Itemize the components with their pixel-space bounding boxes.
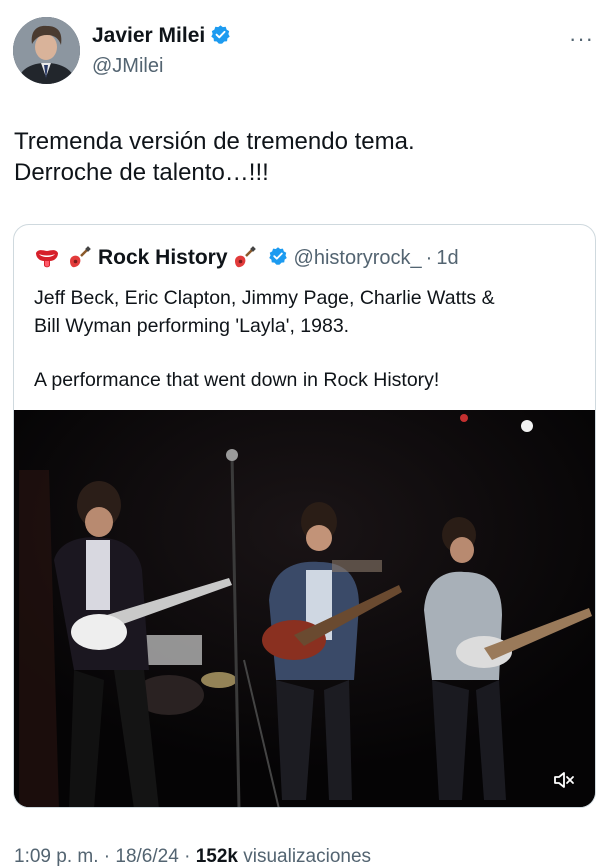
quoted-author-handle[interactable]: @historyrock_ [294, 247, 422, 270]
tweet-text-line: Tremenda versión de tremendo tema. [14, 128, 415, 155]
quoted-timestamp[interactable]: 1d [436, 247, 458, 270]
quoted-tweet-header: Rock History @historyrock_ · 1d [34, 243, 459, 273]
verified-badge-icon [210, 24, 231, 51]
quoted-text-line: A performance that went down in Rock His… [34, 369, 440, 391]
quoted-tweet[interactable]: Rock History @historyrock_ · 1d Jeff Bec… [13, 224, 596, 808]
quoted-text-line: Jeff Beck, Eric Clapton, Jimmy Page, Cha… [34, 287, 495, 309]
quoted-text-line: Bill Wyman performing 'Layla', 1983. [34, 315, 350, 337]
tweet-metadata: 1:09 p. m. · 18/6/24 · 152k visualizacio… [14, 846, 371, 868]
tweet-text-line: Derroche de talento…!!! [14, 159, 269, 186]
guitar-icon [232, 246, 256, 270]
meta-separator: · [178, 846, 196, 867]
views-label: visualizaciones [237, 846, 372, 867]
quoted-tweet-text: Jeff Beck, Eric Clapton, Jimmy Page, Cha… [34, 284, 584, 394]
rolling-stones-tongue-icon [34, 247, 60, 269]
tweet-date[interactable]: 18/6/24 [115, 846, 178, 867]
guitar-icon [67, 246, 91, 270]
more-options-icon[interactable]: ··· [569, 26, 594, 52]
tweet-text: Tremenda versión de tremendo tema. Derro… [14, 126, 594, 188]
tweet-time[interactable]: 1:09 p. m. [14, 846, 99, 867]
quoted-author-name[interactable]: Rock History [98, 246, 228, 270]
video-frame-image [14, 410, 595, 807]
verified-badge-icon [268, 246, 288, 271]
view-count: 152k [195, 846, 238, 867]
meta-separator: · [98, 846, 116, 867]
separator-dot: · [425, 246, 433, 269]
mute-icon[interactable] [553, 770, 575, 795]
video-player[interactable] [14, 410, 595, 807]
author-avatar[interactable] [13, 17, 80, 84]
author-handle[interactable]: @JMilei [92, 55, 163, 78]
author-name[interactable]: Javier Milei [92, 24, 231, 51]
